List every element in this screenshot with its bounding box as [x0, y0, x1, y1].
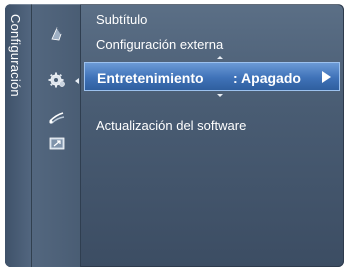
menu-item-label: Entretenimiento — [97, 70, 204, 86]
category-icon-column — [32, 4, 81, 267]
selected-category-pointer — [75, 78, 79, 84]
menu-item-actualizacion-software[interactable]: Actualización del software — [96, 118, 246, 133]
tv-menu-screen: Configuración Subtítulo Configuración ex… — [0, 0, 348, 271]
menu-item-subtitulo[interactable]: Subtítulo — [96, 12, 147, 27]
scroll-up-indicator — [217, 56, 223, 59]
menu-item-label: Subtítulo — [96, 12, 148, 27]
picture-icon[interactable] — [48, 25, 66, 43]
input-source-icon[interactable] — [48, 135, 66, 153]
menu-item-configuracion-externa[interactable]: Configuración externa — [96, 37, 223, 52]
menu-item-entretenimiento[interactable]: Entretenimiento : Apagado — [84, 62, 340, 91]
menu-item-label: Configuración externa — [96, 37, 224, 52]
menu-list: Subtítulo Configuración externa Entreten… — [81, 4, 344, 267]
chevron-right-icon[interactable] — [322, 71, 331, 83]
settings-panel: Configuración Subtítulo Configuración ex… — [5, 4, 344, 267]
category-title: Configuración — [8, 14, 23, 97]
category-strip: Configuración — [5, 4, 32, 267]
network-icon[interactable] — [48, 109, 66, 127]
menu-item-value: : Apagado — [233, 70, 301, 86]
settings-gear-icon[interactable] — [48, 71, 66, 89]
menu-item-label: Actualización del software — [96, 118, 247, 133]
scroll-down-indicator — [217, 94, 223, 97]
